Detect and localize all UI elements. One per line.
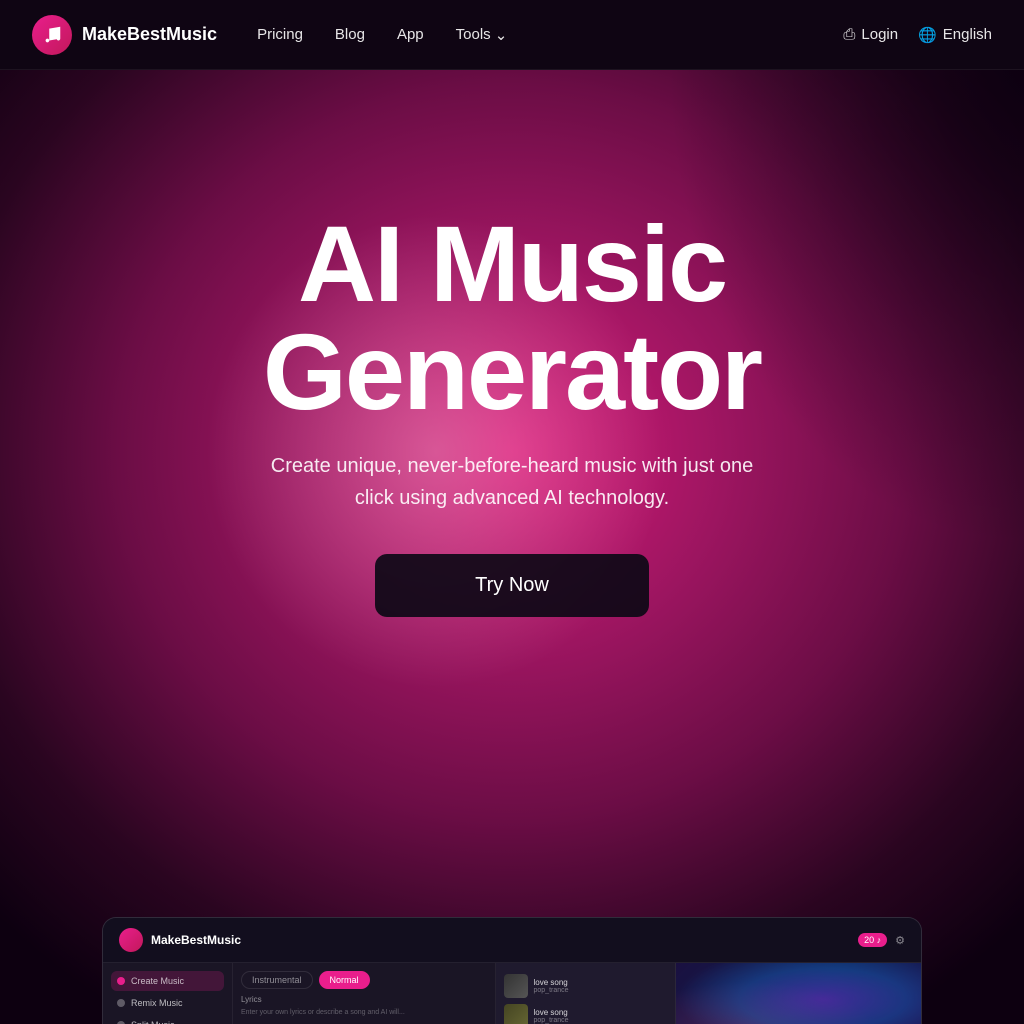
nav-link-pricing[interactable]: Pricing [257,26,303,43]
login-icon: ⎙ [843,26,855,43]
app-preview-logo: MakeBestMusic [119,928,241,952]
lyrics-placeholder: Enter your own lyrics or describe a song… [241,1008,487,1018]
brand-name: MakeBestMusic [82,24,217,45]
tab-normal[interactable]: Normal [319,971,370,989]
remix-icon [117,999,125,1007]
globe-icon: 🌐 [918,26,937,44]
song-title-1: love song [534,978,667,987]
song-thumb-2 [504,1004,528,1024]
app-preview-visual [676,963,922,1024]
login-button[interactable]: ⎙ Login [843,26,898,43]
song-thumb-1 [504,974,528,998]
lyrics-label: Lyrics [241,995,487,1004]
app-preview-bar: MakeBestMusic 20 ♪ ⚙ [103,918,921,963]
app-preview-body: Create Music Remix Music Split Music Ins… [103,963,921,1024]
navbar: MakeBestMusic Pricing Blog App Tools ⌄ ⎙… [0,0,1024,70]
song-title-2: love song [534,1008,667,1017]
try-now-button[interactable]: Try Now [375,554,649,617]
song-info-1: love song pop_trance [534,978,667,994]
hero-content: AI Music Generator Create unique, never-… [262,210,762,617]
app-preview-logo-icon [119,928,143,952]
split-label: Split Music [131,1020,175,1024]
hero-subtitle: Create unique, never-before-heard music … [262,450,762,514]
sidebar-item-remix[interactable]: Remix Music [111,993,224,1013]
logo-icon [32,15,72,55]
app-preview-tabs: Instrumental Normal [241,971,487,989]
lang-label: English [943,26,992,43]
settings-icon: ⚙ [895,934,905,947]
nav-logo[interactable]: MakeBestMusic [32,15,217,55]
app-preview: MakeBestMusic 20 ♪ ⚙ Create Music Remix … [102,917,922,1024]
sidebar-item-split[interactable]: Split Music [111,1015,224,1024]
chevron-down-icon: ⌄ [495,26,508,44]
remix-label: Remix Music [131,998,183,1008]
hero-title-line1: AI Music [298,203,726,324]
nav-link-tools[interactable]: Tools ⌄ [456,26,508,44]
app-preview-main: Instrumental Normal Lyrics Enter your ow… [233,963,496,1024]
login-label: Login [861,26,898,43]
hero-section: AI Music Generator Create unique, never-… [0,70,1024,1024]
create-label: Create Music [131,976,184,986]
nav-link-blog[interactable]: Blog [335,26,365,43]
hero-title-line2: Generator [263,311,761,432]
song-info-2: love song pop_trance [534,1008,667,1024]
nav-right: ⎙ Login 🌐 English [843,26,992,44]
app-preview-songs: love song pop_trance love song pop_tranc… [496,963,676,1024]
music-icon [41,24,63,46]
nav-link-app[interactable]: App [397,26,424,43]
song-genre-1: pop_trance [534,987,667,994]
song-item-2[interactable]: love song pop_trance [504,1001,667,1024]
hero-title: AI Music Generator [262,210,762,426]
app-preview-icons: 20 ♪ ⚙ [858,933,905,947]
tab-instrumental[interactable]: Instrumental [241,971,313,989]
lang-selector[interactable]: 🌐 English [918,26,992,44]
song-genre-2: pop_trance [534,1017,667,1024]
app-preview-sidebar: Create Music Remix Music Split Music [103,963,233,1024]
nav-links: Pricing Blog App Tools ⌄ [257,26,843,44]
sidebar-item-create[interactable]: Create Music [111,971,224,991]
app-preview-badge: 20 ♪ [858,933,887,947]
song-item-1[interactable]: love song pop_trance [504,971,667,1001]
app-preview-brand: MakeBestMusic [151,933,241,947]
create-icon [117,977,125,985]
